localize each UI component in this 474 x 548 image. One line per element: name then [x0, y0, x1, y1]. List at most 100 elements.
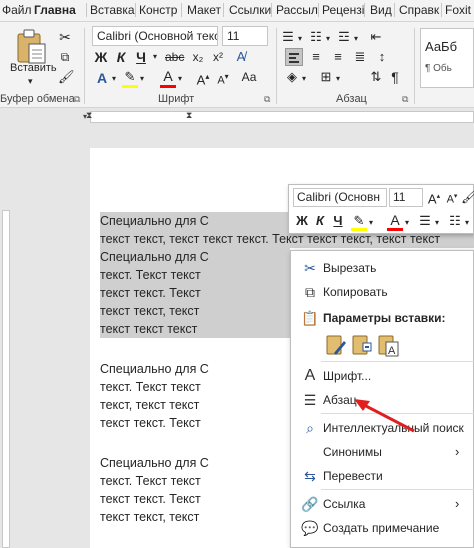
tab-home[interactable]: Главна: [34, 3, 76, 17]
mini-font-name-box[interactable]: Calibri (Основн: [293, 188, 387, 207]
borders-icon[interactable]: ⊞: [318, 68, 334, 86]
mini-font-size-box[interactable]: 11: [389, 188, 423, 207]
tab-view[interactable]: Вид: [370, 3, 392, 17]
menu-item-new-comment[interactable]: 💬 Создать примечание: [291, 517, 474, 539]
tab-help[interactable]: Справк: [399, 3, 439, 17]
font-size-box[interactable]: 11: [222, 26, 268, 46]
doc-line[interactable]: Специально для С: [100, 212, 290, 230]
menu-item-copy[interactable]: ⧉ Копировать: [291, 281, 474, 303]
decrease-indent-icon[interactable]: ⇤: [368, 28, 384, 46]
multilevel-list-icon[interactable]: ☲: [336, 28, 352, 46]
doc-line[interactable]: Специально для С: [100, 360, 209, 378]
tab-design[interactable]: Констр: [139, 3, 177, 17]
tab-insert[interactable]: Вставка: [90, 3, 135, 17]
text-effects-icon[interactable]: A: [94, 69, 110, 87]
paste-merge-formatting-button[interactable]: [351, 333, 373, 357]
menu-item-link[interactable]: 🔗 Ссылка ›: [291, 493, 474, 515]
numbering-icon[interactable]: ☷: [308, 28, 324, 46]
paste-text-only-button[interactable]: A: [377, 333, 399, 357]
tab-review[interactable]: Рецензі: [322, 3, 364, 17]
chevron-down-icon[interactable]: ▾: [352, 30, 360, 48]
doc-line[interactable]: текст. Текст текст: [100, 266, 290, 284]
doc-line[interactable]: текст текст текст: [100, 320, 290, 338]
indent-marker[interactable]: ⧗: [186, 110, 192, 121]
menu-item-translate[interactable]: ⇆ Перевести: [291, 465, 474, 487]
doc-line[interactable]: текст. Текст текст: [100, 472, 201, 490]
justify-icon[interactable]: ≣: [352, 48, 368, 66]
paste-label[interactable]: Вставить: [10, 62, 57, 74]
align-left-button[interactable]: [285, 48, 303, 66]
strikethrough-button[interactable]: abc: [165, 48, 184, 66]
change-case-icon[interactable]: Аа: [240, 68, 258, 86]
chevron-down-icon[interactable]: ▾: [138, 70, 146, 88]
chevron-down-icon[interactable]: ▾: [334, 70, 342, 88]
highlight-pen-icon[interactable]: ✎: [122, 68, 138, 86]
numbering-icon[interactable]: ☷: [447, 212, 463, 230]
chevron-down-icon[interactable]: ▾: [296, 30, 304, 48]
ruler-active-area[interactable]: ▾: [83, 111, 474, 123]
tab-foxit[interactable]: Foxit: [445, 3, 471, 17]
paste-keep-formatting-button[interactable]: [325, 333, 347, 357]
doc-line[interactable]: текст. Текст текст: [100, 378, 201, 396]
dialog-launcher-icon[interactable]: ⧉: [264, 94, 270, 105]
doc-line[interactable]: текст текст. Текст: [100, 490, 201, 508]
italic-button[interactable]: К: [114, 48, 128, 66]
scissors-icon[interactable]: ✂: [58, 28, 72, 46]
doc-line[interactable]: текст текст. Текст: [100, 414, 201, 432]
doc-line[interactable]: текст текст, текст: [100, 302, 290, 320]
format-painter-icon[interactable]: 🖌: [461, 188, 474, 206]
tab-references[interactable]: Ссылки: [229, 3, 271, 17]
bold-button[interactable]: Ж: [94, 48, 108, 66]
pilcrow-button[interactable]: ¶: [388, 68, 402, 86]
shrink-font-icon[interactable]: A▾: [215, 68, 231, 90]
chevron-down-icon[interactable]: ▾: [150, 48, 160, 66]
font-color-icon[interactable]: A: [387, 211, 403, 229]
format-painter-icon[interactable]: 🖌: [58, 68, 75, 86]
doc-line[interactable]: текст, текст текст: [100, 396, 199, 414]
font-color-icon[interactable]: A: [160, 67, 176, 85]
subscript-button[interactable]: x₂: [190, 48, 206, 66]
bullets-icon[interactable]: ☰: [417, 212, 433, 230]
chevron-down-icon[interactable]: ▾: [367, 214, 375, 232]
chevron-down-icon[interactable]: ▾: [176, 70, 184, 88]
sort-icon[interactable]: ⇅: [368, 68, 384, 86]
copy-icon[interactable]: ⧉: [58, 48, 72, 66]
shading-icon[interactable]: ◈: [284, 68, 300, 86]
font-name-box[interactable]: Calibri (Основной текст: [92, 26, 218, 46]
line-spacing-icon[interactable]: ↕: [374, 48, 390, 66]
mini-italic-button[interactable]: К: [313, 212, 327, 230]
tab-layout[interactable]: Макет: [187, 3, 221, 17]
chevron-down-icon[interactable]: ▾: [433, 214, 441, 232]
doc-line[interactable]: текст текст, текст: [100, 508, 199, 526]
chevron-down-icon[interactable]: ▾: [324, 30, 332, 48]
doc-line[interactable]: Специально для С: [100, 454, 209, 472]
tab-mailings[interactable]: Рассыл: [276, 3, 318, 17]
tab-file[interactable]: Файл: [2, 3, 32, 17]
style-normal-tile[interactable]: АаБб ¶ Обь: [420, 28, 474, 88]
align-center-icon[interactable]: ≡: [308, 48, 324, 66]
tab-separator: [364, 3, 365, 17]
chevron-down-icon[interactable]: ▾: [28, 76, 33, 87]
chevron-down-icon[interactable]: ▾: [110, 70, 118, 88]
menu-item-cut[interactable]: ✂ Вырезать: [291, 257, 474, 279]
dialog-launcher-icon[interactable]: ⧉: [402, 94, 408, 105]
mini-underline-button[interactable]: Ч: [331, 212, 345, 230]
underline-button[interactable]: Ч: [134, 48, 148, 66]
doc-line[interactable]: Специально для С: [100, 248, 290, 266]
chevron-down-icon[interactable]: ▾: [300, 70, 308, 88]
grow-font-icon[interactable]: A▴: [427, 188, 441, 208]
first-line-indent-marker[interactable]: ⧗: [86, 110, 92, 121]
mini-bold-button[interactable]: Ж: [295, 212, 309, 230]
menu-item-synonyms[interactable]: Синонимы ›: [291, 441, 474, 463]
dialog-launcher-icon[interactable]: ⧉: [74, 94, 80, 105]
align-right-icon[interactable]: ≡: [330, 48, 346, 66]
doc-line[interactable]: текст текст. Текст: [100, 284, 290, 302]
grow-font-icon[interactable]: A▴: [195, 68, 211, 89]
menu-item-font[interactable]: A Шрифт...: [291, 365, 474, 387]
clear-format-icon[interactable]: A̸: [232, 48, 250, 66]
chevron-down-icon[interactable]: ▾: [463, 214, 471, 232]
chevron-down-icon[interactable]: ▾: [403, 214, 411, 232]
bullets-icon[interactable]: ☰: [280, 28, 296, 46]
shrink-font-icon[interactable]: A▾: [445, 188, 459, 209]
superscript-button[interactable]: x²: [210, 48, 226, 66]
